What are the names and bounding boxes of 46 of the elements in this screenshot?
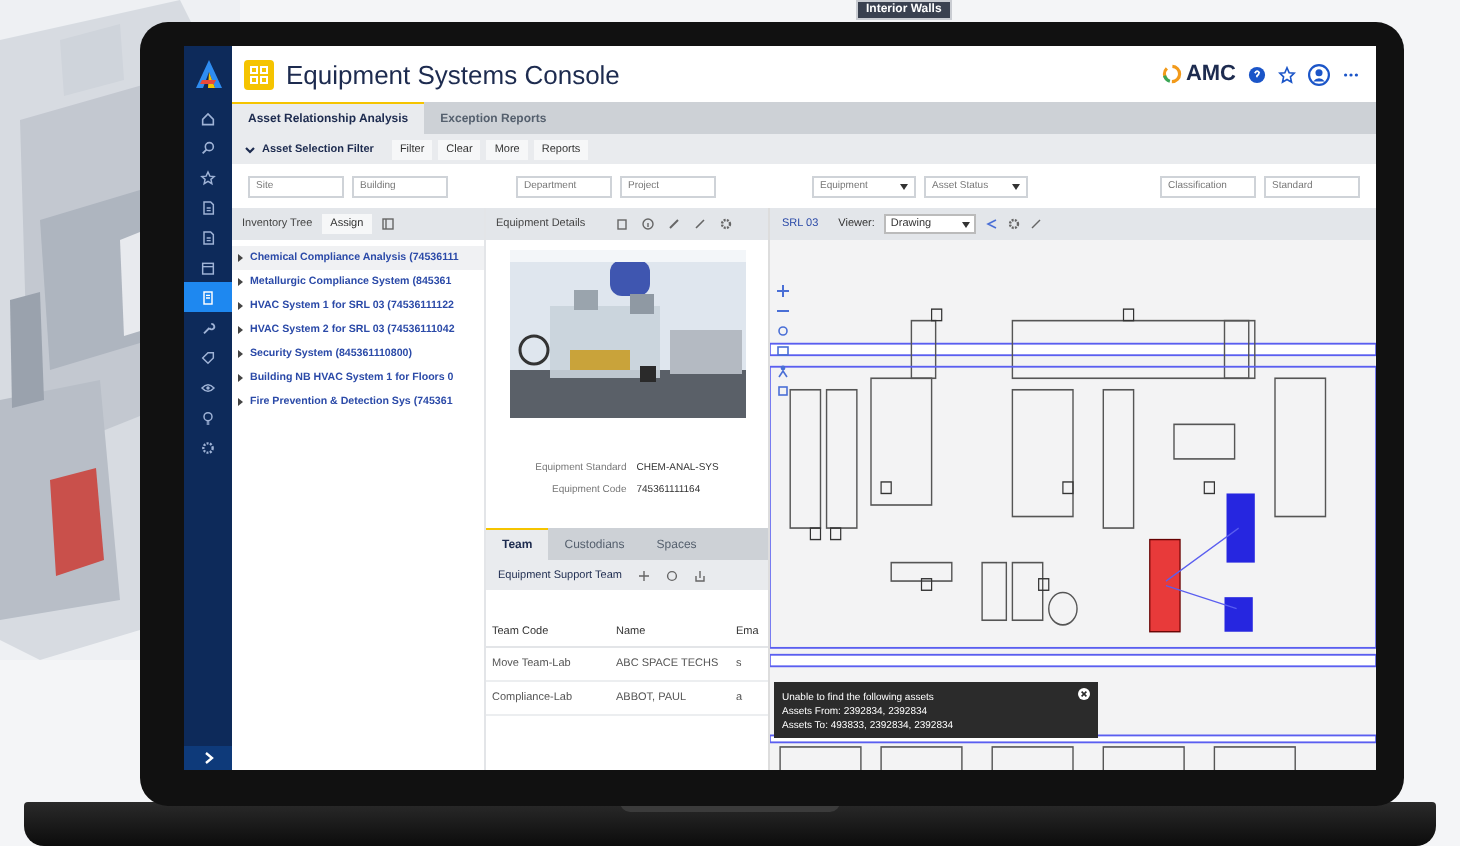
report-icon <box>200 229 216 245</box>
tag-icon <box>200 349 216 365</box>
add-icon[interactable] <box>637 569 650 581</box>
zoom-in-icon[interactable] <box>776 284 790 298</box>
search-icon <box>200 139 216 155</box>
help-icon[interactable] <box>1248 65 1266 83</box>
brand-ring-icon <box>1161 64 1182 84</box>
home-icon <box>200 109 216 125</box>
caret-icon <box>236 398 244 406</box>
document-icon <box>200 289 216 305</box>
caret-icon <box>900 183 908 189</box>
report-icon <box>200 199 216 215</box>
fit-icon[interactable] <box>776 324 790 338</box>
app-logo-icon <box>244 59 274 89</box>
info-icon[interactable] <box>641 218 654 230</box>
caret-icon <box>236 326 244 334</box>
chevron-icon <box>203 752 213 764</box>
star-icon <box>200 169 216 185</box>
favorites-icon[interactable] <box>1278 65 1296 83</box>
brand-name: AMC <box>1185 62 1236 86</box>
user-avatar-icon[interactable] <box>1308 63 1330 85</box>
panel-toggle-icon[interactable] <box>381 218 394 230</box>
settings-icon[interactable] <box>719 218 732 230</box>
caret-icon <box>236 374 244 382</box>
app-title: Equipment Systems Console <box>286 59 622 89</box>
zoom-out-icon[interactable] <box>776 304 790 318</box>
expand-button[interactable] <box>184 746 232 770</box>
bulb-icon <box>200 409 216 425</box>
export-icon[interactable] <box>693 569 706 581</box>
gear-icon <box>200 439 216 455</box>
logo-icon <box>195 60 221 88</box>
eye-icon <box>200 379 216 395</box>
copy-icon[interactable] <box>615 218 628 230</box>
caret-icon <box>1012 183 1020 189</box>
calendar-icon <box>200 259 216 275</box>
edit-icon[interactable] <box>667 218 680 230</box>
caret-icon <box>236 254 244 262</box>
caret-icon[interactable] <box>244 143 256 155</box>
settings-icon[interactable] <box>1008 218 1021 230</box>
caret-icon <box>236 302 244 310</box>
caret-icon <box>962 221 971 227</box>
caret-icon <box>236 278 244 286</box>
close-icon[interactable] <box>1078 688 1090 700</box>
person-icon[interactable] <box>776 364 790 378</box>
caret-icon <box>236 350 244 358</box>
share-icon[interactable] <box>986 218 999 230</box>
